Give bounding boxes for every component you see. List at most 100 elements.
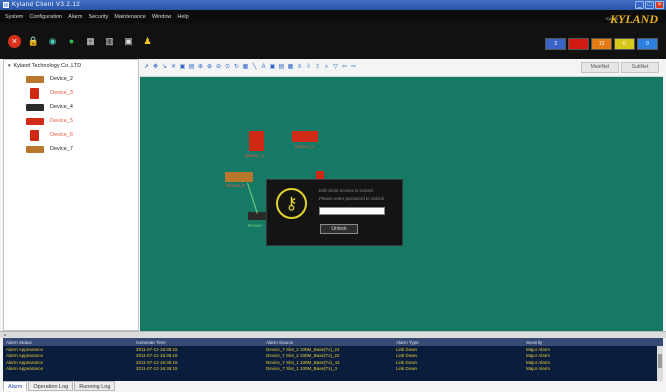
cell-severity: Major Alarm: [526, 353, 551, 359]
topology-icon[interactable]: ◉: [46, 35, 59, 48]
tree-item-device-6[interactable]: Device_6: [4, 128, 138, 142]
minimize-button[interactable]: _: [635, 1, 644, 9]
cell-source: Device_7 Slot_2 100M_Base(Tx)_24: [266, 346, 340, 352]
text-icon[interactable]: A: [260, 64, 267, 71]
alarm-table: Alarm Status Generate Time Alarm Source …: [3, 338, 663, 381]
device-icon[interactable]: ▦: [84, 35, 97, 48]
refresh-icon[interactable]: ↻: [233, 64, 240, 71]
select-icon[interactable]: ➚: [143, 64, 150, 71]
performance-icon[interactable]: ▥: [103, 35, 116, 48]
close-button[interactable]: ×: [655, 1, 664, 9]
cell-source: Device_7 Slot_1 100M_Base(Tx)_3: [266, 366, 338, 372]
router-icon: [249, 131, 264, 151]
tab-alarm[interactable]: Alarm: [3, 381, 28, 391]
table-row[interactable]: Alarm Appearance 2011-07-13 16:36:15 Dev…: [3, 359, 663, 366]
tab-running-log[interactable]: Running Log: [74, 381, 116, 391]
power-icon[interactable]: ×: [8, 34, 21, 48]
save-icon[interactable]: ▣: [269, 64, 276, 71]
alarm-indicator-warning[interactable]: 0: [637, 38, 658, 50]
back-icon[interactable]: ⇦: [341, 64, 348, 71]
import-icon[interactable]: ⇧: [314, 64, 321, 71]
tree-item-device-3[interactable]: Device_3: [4, 86, 138, 100]
unlock-dialog: ⚷ Edit client access is locked. Please e…: [266, 179, 403, 246]
image-icon[interactable]: ▤: [188, 64, 195, 71]
pan-icon[interactable]: ✥: [152, 64, 159, 71]
security-icon[interactable]: ▣: [122, 35, 135, 48]
alarm-table-header: Alarm Status Generate Time Alarm Source …: [3, 338, 663, 346]
zoom-in-icon[interactable]: ⊕: [206, 64, 213, 71]
link-icon[interactable]: ↘: [161, 64, 168, 71]
password-input[interactable]: [319, 207, 385, 215]
switch-icon: [225, 172, 253, 182]
align-icon[interactable]: ≡: [296, 64, 303, 71]
delete-icon[interactable]: ✕: [170, 64, 177, 71]
device-3-node[interactable]: Device_3: [245, 131, 264, 158]
menu-help[interactable]: Help: [177, 14, 188, 20]
tree-item-device-4[interactable]: Device_4: [4, 100, 138, 114]
cell-status: Alarm Appearance: [6, 346, 44, 352]
cell-time: 2011-07-13 16:36:15: [136, 353, 178, 359]
alarm-indicator-total[interactable]: 3: [545, 38, 566, 50]
line-icon[interactable]: ╲: [251, 64, 258, 71]
alarm-indicator-minor[interactable]: 0: [614, 38, 635, 50]
table-row[interactable]: Alarm Appearance 2011-07-13 16:36:15 Dev…: [3, 353, 663, 360]
menu-maintenance[interactable]: Maintenance: [114, 14, 146, 20]
grid-icon[interactable]: ▦: [287, 64, 294, 71]
cell-source: Device_7 Slot_2 100M_Base(Tx)_22: [266, 353, 340, 359]
menu-window[interactable]: Window: [152, 14, 172, 20]
user-icon[interactable]: ♟: [141, 35, 154, 48]
filter-icon[interactable]: ▽: [332, 64, 339, 71]
menu-system[interactable]: System: [5, 14, 23, 20]
export-icon[interactable]: ⇩: [305, 64, 312, 71]
group-icon[interactable]: ▣: [179, 64, 186, 71]
alarm-icon[interactable]: ●: [65, 35, 78, 48]
search-icon[interactable]: ⌕: [323, 64, 330, 71]
alarm-indicator-critical[interactable]: [568, 38, 589, 50]
col-alarm-type[interactable]: Alarm Type: [393, 340, 523, 345]
cell-severity: Major Alarm: [526, 366, 551, 372]
menu-alarm[interactable]: Alarm: [68, 14, 82, 20]
maximize-button[interactable]: □: [645, 1, 654, 9]
zoom-reset-icon[interactable]: ⊙: [224, 64, 231, 71]
menu-security[interactable]: Security: [88, 14, 108, 20]
router-icon: [26, 117, 44, 125]
scrollbar-thumb[interactable]: [658, 354, 662, 368]
col-alarm-status[interactable]: Alarm Status: [3, 340, 133, 345]
tab-operation-log[interactable]: Operation Log: [28, 381, 74, 391]
lock-icon[interactable]: 🔒: [27, 35, 40, 48]
print-icon[interactable]: ▤: [278, 64, 285, 71]
zoom-out-icon[interactable]: ⊖: [215, 64, 222, 71]
device-5-label: Device_5: [295, 144, 314, 149]
alarm-table-scrollbar[interactable]: [657, 346, 663, 381]
cell-status: Alarm Appearance: [6, 353, 44, 359]
tab-mainnet[interactable]: MainNet: [581, 62, 619, 73]
tree-root[interactable]: ▾ Kyland Technology Co.,LTD: [4, 60, 138, 72]
col-generate-time[interactable]: Generate Time: [133, 340, 263, 345]
forward-icon[interactable]: ⇨: [350, 64, 357, 71]
tree-item-device-5[interactable]: Device_5: [4, 114, 138, 128]
tree-root-label: Kyland Technology Co.,LTD: [13, 63, 82, 69]
tree-item-device-2[interactable]: Device_2: [4, 72, 138, 86]
col-severity[interactable]: Severity: [523, 340, 653, 345]
device-6-node[interactable]: Device_6: [225, 172, 253, 188]
zoom-fit-icon[interactable]: ⊕: [197, 64, 204, 71]
menu-bar: System Configuration Alarm Security Main…: [0, 10, 666, 23]
tree-item-device-7[interactable]: Device_7: [4, 142, 138, 156]
collapse-icon[interactable]: ▾: [8, 63, 11, 69]
table-row[interactable]: Alarm Appearance 2011-07-13 16:36:15 Dev…: [3, 366, 663, 373]
window-title: Kyland Client V3.2.12: [12, 2, 81, 8]
switch-icon: [26, 145, 44, 153]
layout-icon[interactable]: ▦: [242, 64, 249, 71]
device-5-node[interactable]: Device_5: [292, 131, 318, 149]
unlock-button[interactable]: Unlock: [320, 224, 358, 234]
cell-type: Link Down: [396, 353, 418, 359]
cell-type: Link Down: [396, 346, 418, 352]
col-alarm-source[interactable]: Alarm Source: [263, 340, 393, 345]
menu-configuration[interactable]: Configuration: [29, 14, 62, 20]
alarm-indicator-major[interactable]: 13: [591, 38, 612, 50]
tab-subnet[interactable]: SubNet: [621, 62, 659, 73]
view-tabs: MainNet SubNet: [581, 62, 659, 73]
panel-splitter[interactable]: ◂▸: [0, 331, 666, 338]
lock-message: Edit client access is locked.: [319, 188, 374, 193]
table-row[interactable]: Alarm Appearance 2011-07-13 16:36:15 Dev…: [3, 346, 663, 353]
